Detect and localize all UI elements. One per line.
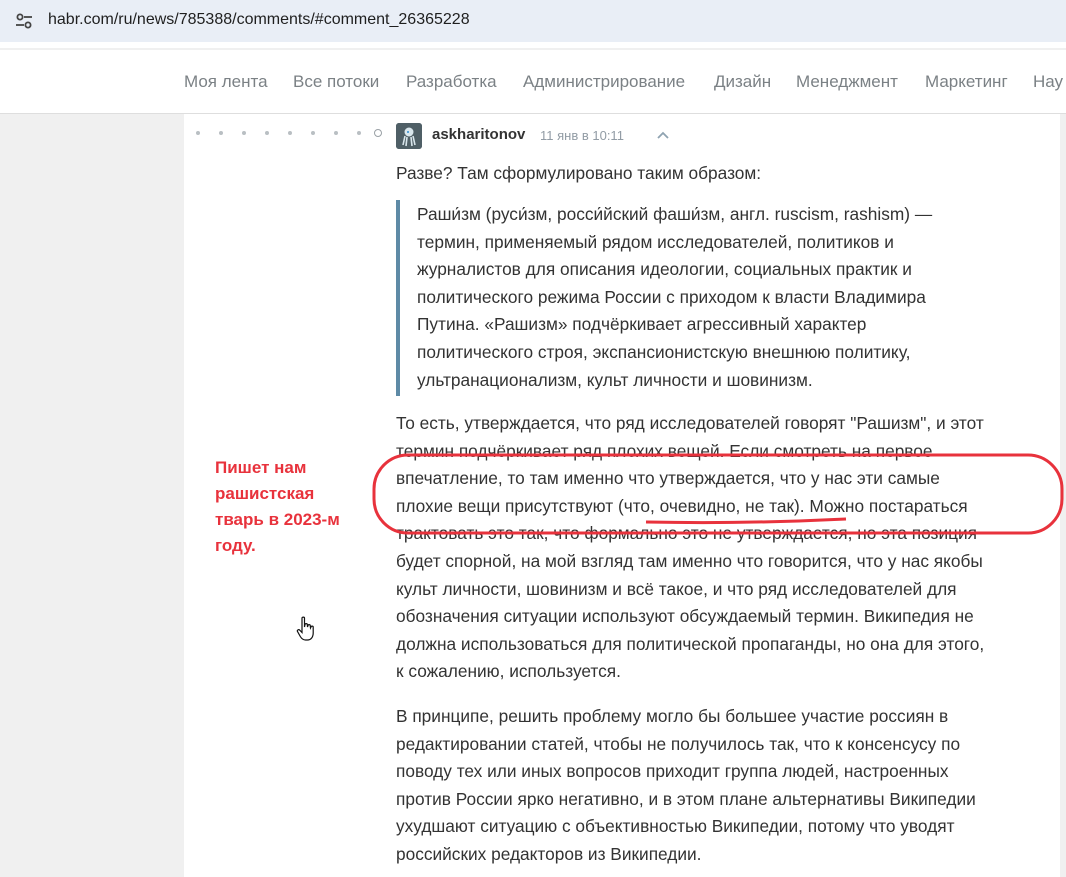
paragraph-line: должна использоваться для политической п… — [396, 633, 985, 654]
hand-pointer-icon — [296, 616, 314, 641]
quote-line: политического режима России с приходом к… — [417, 286, 926, 307]
nav-my-feed[interactable]: Моя лента — [184, 72, 268, 92]
tune-icon[interactable] — [14, 11, 34, 31]
avatar-image — [396, 123, 422, 149]
comment-paragraph-3: В принципе, решить проблему могло бы бол… — [396, 703, 1056, 869]
nav-administration[interactable]: Администрирование — [523, 72, 685, 92]
nav-all-flows[interactable]: Все потоки — [293, 72, 379, 92]
quote-line: Раши́зм (руси́зм, росси́йский фаши́зм, а… — [417, 204, 933, 224]
annotation-line: тварь в 2023-м — [215, 510, 340, 529]
quote-line: термин, применяемый рядом исследователей… — [417, 231, 894, 252]
annotation-text: Пишет нам рашистская тварь в 2023-м году… — [215, 455, 365, 559]
habr-nav: Моя лента Все потоки Разработка Админист… — [0, 50, 1066, 114]
browser-toolbar: habr.com/ru/news/785388/comments/#commen… — [0, 0, 1066, 48]
address-bar[interactable]: habr.com/ru/news/785388/comments/#commen… — [0, 0, 1066, 42]
paragraph-line: поводу тех или иных вопросов приходит гр… — [396, 761, 949, 782]
comment-paragraph-2: То есть, утверждается, что ряд исследова… — [396, 410, 1056, 686]
annotation-line: Пишет нам — [215, 458, 307, 477]
url-text[interactable]: habr.com/ru/news/785388/comments/#commen… — [48, 11, 470, 29]
chevron-up-icon[interactable] — [655, 128, 671, 142]
quote-line: политического строя, экспансионистскую в… — [417, 341, 911, 362]
nav-management[interactable]: Менеджмент — [796, 72, 898, 92]
paragraph-line: плохие вещи присутствуют (что, очевидно,… — [396, 495, 968, 516]
paragraph-line: В принципе, решить проблему могло бы бол… — [396, 706, 949, 726]
nav-marketing[interactable]: Маркетинг — [925, 72, 1008, 92]
paragraph-line: впечатление, то там именно что утверждае… — [396, 468, 940, 489]
paragraph-line: трактовать это так, что формально это не… — [396, 523, 978, 544]
quote-line: ультранационализм, культ личности и шови… — [417, 369, 813, 390]
paragraph-line: обозначения ситуации используют обсуждае… — [396, 606, 974, 627]
paragraph-line: российских редакторов из Википедии. — [396, 843, 702, 864]
paragraph-line: редактировании статей, чтобы не получило… — [396, 733, 961, 754]
left-gutter — [0, 114, 184, 877]
paragraph-line: термин подчёркивает ряд плохих вещей. Ес… — [396, 440, 933, 461]
annotation-line: рашистская — [215, 484, 315, 503]
avatar[interactable] — [396, 123, 422, 149]
paragraph-line: к сожалению, используется. — [396, 661, 621, 682]
paragraph-line: То есть, утверждается, что ряд исследова… — [396, 413, 984, 433]
comment-author[interactable]: askharitonov — [432, 126, 525, 143]
nav-development[interactable]: Разработка — [406, 72, 497, 92]
nav-design[interactable]: Дизайн — [714, 72, 771, 92]
blockquote: Раши́зм (руси́зм, росси́йский фаши́зм, а… — [396, 200, 1000, 396]
quote-line: журналистов для описания идеологии, соци… — [417, 259, 912, 280]
paragraph-line: ухудшают ситуацию с объективностью Викип… — [396, 816, 955, 837]
paragraph-line: будет спорной, на мой взгляд там именно … — [396, 550, 983, 571]
paragraph-line: культ личности, шовинизм и всё такое, и … — [396, 578, 957, 599]
comment-intro: Разве? Там сформулировано таким образом: — [396, 163, 762, 183]
paragraph-line: против России ярко негативно, и в этом п… — [396, 788, 976, 809]
quote-line: Путина. «Рашизм» подчёркивает агрессивны… — [417, 314, 867, 335]
right-gutter — [1060, 114, 1066, 877]
quote-text: Раши́зм (руси́зм, росси́йский фаши́зм, а… — [417, 201, 997, 394]
comment-timestamp[interactable]: 11 янв в 10:11 — [540, 128, 624, 143]
thread-current-ring[interactable] — [374, 129, 382, 137]
nav-science[interactable]: Нау — [1033, 72, 1063, 92]
annotation-line: году. — [215, 536, 256, 555]
